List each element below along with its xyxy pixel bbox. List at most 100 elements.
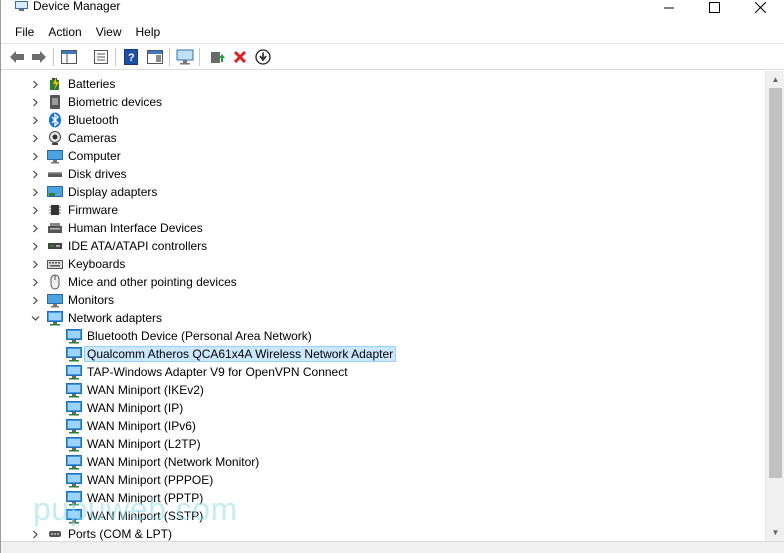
toolbar-separator (169, 48, 170, 66)
tree-category-ports-com-lpt[interactable]: Ports (COM & LPT) (1, 525, 765, 541)
tree-device[interactable]: TAP-Windows Adapter V9 for OpenVPN Conne… (1, 363, 765, 381)
tree-device[interactable]: WAN Miniport (IPv6) (1, 417, 765, 435)
tree-category-keyboards[interactable]: Keyboards (1, 255, 765, 273)
help-icon: ? (124, 49, 138, 65)
disable-device-button[interactable] (253, 47, 273, 67)
ide-controller-icon (47, 238, 63, 254)
tree-device[interactable]: WAN Miniport (PPPOE) (1, 471, 765, 489)
expand-toggle[interactable] (30, 93, 40, 111)
uninstall-device-button[interactable] (230, 47, 250, 67)
title-bar[interactable]: Device Manager (1, 0, 784, 16)
show-hide-console-tree-button[interactable] (59, 47, 79, 67)
chevron-right-icon (32, 152, 38, 160)
minimize-icon (664, 7, 674, 9)
tree-item-label: WAN Miniport (IPv6) (87, 419, 196, 433)
scan-hardware-button[interactable] (175, 47, 195, 67)
expand-toggle[interactable] (30, 111, 40, 129)
monitor-icon (176, 49, 194, 65)
tree-item-label: WAN Miniport (SSTP) (87, 509, 204, 523)
tree-device-selected[interactable]: Qualcomm Atheros QCA61x4A Wireless Netwo… (1, 345, 765, 363)
maximize-button[interactable] (691, 0, 737, 14)
expand-toggle[interactable] (30, 165, 40, 183)
list-view-button[interactable] (91, 47, 111, 67)
action-pane-button[interactable] (145, 47, 165, 67)
tree-device[interactable]: WAN Miniport (IP) (1, 399, 765, 417)
forward-button[interactable] (29, 47, 49, 67)
tree-category-disk-drives[interactable]: Disk drives (1, 165, 765, 183)
tree-category-batteries[interactable]: Batteries (1, 75, 765, 93)
chevron-right-icon (32, 242, 38, 250)
tree-device[interactable]: WAN Miniport (Network Monitor) (1, 453, 765, 471)
expand-toggle[interactable] (30, 147, 40, 165)
device-manager-window: Device Manager File Action View Help ? B… (0, 0, 784, 553)
svg-text:?: ? (128, 52, 135, 64)
device-manager-app-icon (15, 1, 28, 11)
tree-category-computer[interactable]: Computer (1, 147, 765, 165)
tree-item-label: WAN Miniport (IKEv2) (87, 383, 204, 397)
tree-item-label: Batteries (68, 77, 116, 91)
minimize-button[interactable] (646, 0, 692, 14)
expand-toggle[interactable] (30, 129, 40, 147)
scroll-up-arrow-icon[interactable]: ▲ (766, 71, 784, 88)
tree-category-human-interface-devices[interactable]: Human Interface Devices (1, 219, 765, 237)
battery-icon (47, 76, 63, 92)
tree-item-label: WAN Miniport (IP) (87, 401, 184, 415)
tree-device[interactable]: WAN Miniport (PPTP) (1, 489, 765, 507)
menu-bar: File Action View Help (1, 22, 784, 42)
menu-action[interactable]: Action (42, 23, 87, 41)
expand-toggle[interactable] (30, 237, 40, 255)
tree-item-label: Firmware (68, 203, 118, 217)
tree-item-label: Computer (68, 149, 121, 163)
scrollbar-thumb[interactable] (769, 88, 782, 478)
tree-category-bluetooth[interactable]: Bluetooth (1, 111, 765, 129)
tree-device[interactable]: Bluetooth Device (Personal Area Network) (1, 327, 765, 345)
tree-category-firmware[interactable]: Firmware (1, 201, 765, 219)
close-button[interactable] (737, 0, 783, 14)
expand-toggle[interactable] (30, 183, 40, 201)
tree-device[interactable]: WAN Miniport (IKEv2) (1, 381, 765, 399)
close-icon (754, 1, 766, 13)
menu-view[interactable]: View (90, 23, 128, 41)
action-pane-icon (147, 50, 163, 64)
menu-help[interactable]: Help (130, 23, 167, 41)
chevron-down-icon (31, 315, 39, 321)
tree-category-cameras[interactable]: Cameras (1, 129, 765, 147)
tree-device[interactable]: WAN Miniport (SSTP) (1, 507, 765, 525)
chevron-right-icon (32, 116, 38, 124)
tree-item-label: Display adapters (68, 185, 158, 199)
device-tree[interactable]: Batteries Biometric devices Bluetooth Camer… (1, 71, 765, 541)
toolbar-separator (199, 48, 200, 66)
tree-category-ide-ata-atapi-controllers[interactable]: IDE ATA/ATAPI controllers (1, 237, 765, 255)
tree-category-network-adapters[interactable]: Network adapters (1, 309, 765, 327)
expand-toggle[interactable] (30, 219, 40, 237)
properties-panel-icon (61, 50, 77, 64)
chevron-right-icon (32, 170, 38, 178)
back-button[interactable] (7, 47, 27, 67)
expand-toggle[interactable] (30, 75, 40, 93)
tree-item-label: Human Interface Devices (68, 221, 203, 235)
tree-item-label: WAN Miniport (PPTP) (87, 491, 204, 505)
tree-item-label: WAN Miniport (PPPOE) (87, 473, 214, 487)
expand-toggle[interactable] (30, 255, 40, 273)
expand-toggle[interactable] (30, 273, 40, 291)
help-button[interactable]: ? (121, 47, 141, 67)
biometric-icon (47, 94, 63, 110)
network-adapter-icon (66, 400, 82, 416)
menu-file[interactable]: File (9, 23, 40, 41)
tree-device[interactable]: WAN Miniport (L2TP) (1, 435, 765, 453)
tree-category-display-adapters[interactable]: Display adapters (1, 183, 765, 201)
tree-category-biometric-devices[interactable]: Biometric devices (1, 93, 765, 111)
keyboard-icon (47, 256, 63, 272)
expand-toggle[interactable] (30, 291, 40, 309)
chevron-right-icon (32, 188, 38, 196)
vertical-scrollbar[interactable]: ▲ ▼ (765, 71, 784, 541)
back-icon (10, 51, 24, 63)
tree-category-monitors[interactable]: Monitors (1, 291, 765, 309)
scroll-down-arrow-icon[interactable]: ▼ (766, 524, 784, 541)
expand-toggle[interactable] (30, 309, 40, 327)
network-adapter-icon (66, 364, 82, 380)
expand-toggle[interactable] (30, 525, 40, 541)
expand-toggle[interactable] (30, 201, 40, 219)
tree-category-mice-and-other-pointing-devices[interactable]: Mice and other pointing devices (1, 273, 765, 291)
update-driver-button[interactable] (207, 47, 227, 67)
